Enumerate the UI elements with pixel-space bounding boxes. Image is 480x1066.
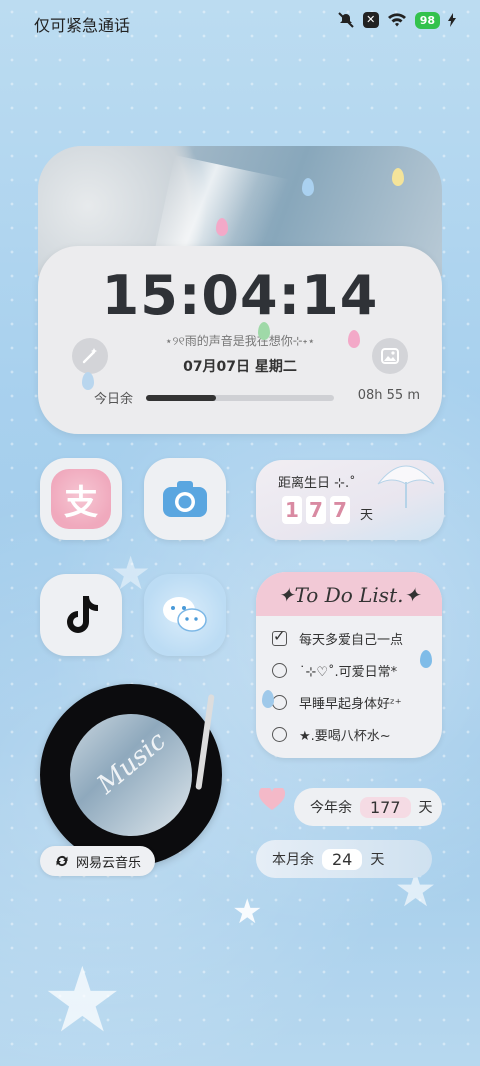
todo-checkbox[interactable] [272, 726, 287, 742]
image-icon [381, 348, 399, 364]
raindrop-decoration [262, 690, 274, 708]
raindrop-decoration [392, 168, 404, 186]
heart-icon [258, 788, 286, 810]
music-app-label: 网易云音乐 [76, 855, 142, 871]
battery-level: 98 [414, 11, 440, 29]
repeat-icon [56, 856, 68, 866]
todo-item[interactable]: ˙⊹♡˚.可爱日常* [256, 654, 442, 686]
raindrop-decoration [258, 322, 270, 340]
wechat-icon [163, 597, 207, 632]
todo-item-text: ˙⊹♡˚.可爱日常* [299, 664, 398, 680]
todo-checkbox[interactable] [272, 694, 287, 710]
day-progress-bar [146, 395, 334, 401]
birthday-digit: 7 [306, 496, 326, 524]
star-decoration: ★ [42, 948, 123, 1053]
year-remaining-widget[interactable]: 今年余 177 天 [294, 788, 442, 826]
month-remaining-value: 24 [322, 848, 363, 870]
mute-icon [337, 12, 354, 28]
todo-checkbox-checked[interactable] [272, 627, 287, 646]
magic-wand-button[interactable] [72, 338, 108, 374]
year-remaining-unit: 天 [418, 800, 433, 816]
raindrop-decoration [420, 650, 432, 668]
camera-app[interactable] [144, 458, 226, 540]
magic-wand-icon [82, 348, 97, 364]
umbrella-icon [377, 465, 435, 508]
birthday-countdown-widget[interactable]: 距离生日 ⊹.˚ 1 7 7 天 [256, 460, 444, 540]
tiktok-icon [67, 596, 98, 633]
clock-widget[interactable]: 15:04:14 ⋆୨୧雨的声音是我在想你⊹˖⋆ 07月07日 星期二 今日余 … [38, 246, 442, 434]
birthday-digit: 7 [330, 496, 350, 524]
carrier-text: 仅可紧急通话 [34, 16, 131, 35]
month-remaining-widget[interactable]: 本月余 24 天 [256, 840, 432, 878]
month-remaining-unit: 天 [370, 852, 385, 868]
todo-widget[interactable]: ✦To Do List.✦ 每天多爱自己一点 ˙⊹♡˚.可爱日常* 早睡早起身体… [256, 572, 442, 758]
day-progress-row: 今日余 08h 55 m [94, 388, 420, 408]
year-remaining-label: 今年余 [310, 800, 352, 816]
todo-title: ✦To Do List.✦ [256, 572, 442, 616]
day-remaining-label: 今日余 [94, 392, 134, 407]
raindrop-decoration [82, 372, 94, 390]
year-remaining-value: 177 [360, 796, 411, 818]
todo-item-text: 早睡早起身体好ᶻ⁺ [299, 696, 402, 712]
tiktok-app[interactable] [40, 574, 122, 656]
star-decoration: ★ [232, 892, 263, 932]
netease-music-button[interactable]: 网易云音乐 [40, 846, 156, 876]
raindrop-decoration [216, 218, 228, 236]
todo-item-text: 每天多爱自己一点 [299, 632, 404, 648]
todo-item[interactable]: 早睡早起身体好ᶻ⁺ [256, 686, 442, 718]
camera-icon [163, 481, 207, 517]
birthday-digit: 1 [282, 496, 302, 524]
photo-button[interactable] [372, 338, 408, 374]
alipay-icon: 支 [51, 469, 111, 529]
birthday-title: 距离生日 ⊹.˚ [278, 476, 356, 491]
todo-item[interactable]: 每天多爱自己一点 [256, 622, 442, 654]
todo-item-text: ★.要喝八杯水~ [299, 728, 391, 744]
charging-icon [448, 13, 456, 27]
raindrop-decoration [302, 178, 314, 196]
clock-time: 15:04:14 [101, 264, 379, 327]
month-remaining-label: 本月余 [272, 852, 314, 868]
day-remaining-value: 08h 55 m [357, 388, 420, 403]
alipay-app[interactable]: 支 [40, 458, 122, 540]
x-icon: ✕ [362, 12, 379, 28]
todo-checkbox[interactable] [272, 662, 287, 678]
todo-item[interactable]: ★.要喝八杯水~ [256, 718, 442, 750]
birthday-unit: 天 [360, 508, 374, 523]
status-bar: 仅可紧急通话 ✕ 98 [0, 0, 480, 44]
wifi-icon [387, 13, 406, 27]
music-player-widget[interactable]: Music [40, 684, 222, 866]
raindrop-decoration [348, 330, 360, 348]
wechat-app[interactable] [144, 574, 226, 656]
